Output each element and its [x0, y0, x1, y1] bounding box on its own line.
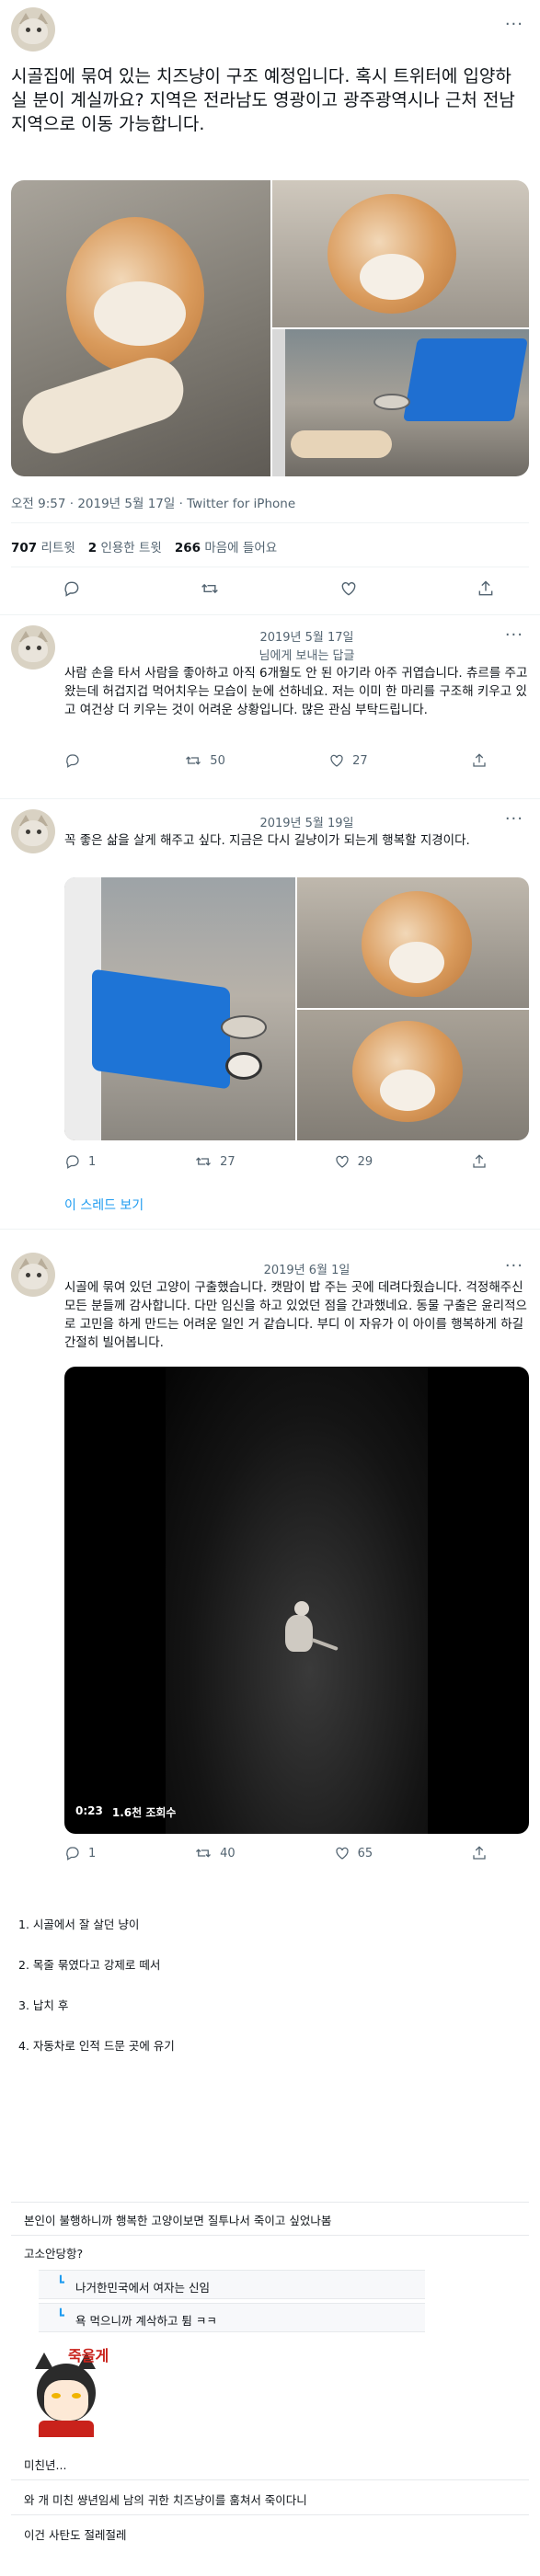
engagement-stats: 707 리트윗 2 인용한 트윗 266 마음에 들어요	[11, 537, 277, 555]
comment-3: 미친년...	[24, 2458, 67, 2472]
comment-section: 본인이 불행하니까 행복한 고양이보면 질투나서 죽이고 싶었나봄 고소안당항?…	[11, 2202, 529, 2570]
summary-item-3: 3. 납치 후	[18, 1998, 69, 2012]
reply2-text: 꼭 좋은 삶을 살게 해주고 싶다. 지금은 다시 길냥이가 되는게 행복할 지…	[64, 833, 470, 848]
reply-arrow-icon: ┗	[57, 2276, 64, 2290]
summary-item-2: 2. 목줄 묶였다고 강제로 떼서	[18, 1958, 161, 1972]
video-stats: 0:23 1.6천 조회수	[75, 1804, 176, 1820]
reply3-text: 시골에 묶여 있던 고양이 구출했습니다. 캣맘이 밥 주는 곳에 데려다줬습니…	[64, 1280, 527, 1350]
reply-comment-2: 욕 먹으니까 계삭하고 튐 ㅋㅋ	[75, 2314, 217, 2328]
tweet-meta: 오전 9:57 · 2019년 5월 17일 · Twitter for iPh…	[11, 497, 296, 511]
reply1-subtitle: 님에게 보내는 답글	[259, 649, 355, 663]
comment-1: 본인이 불행하니까 행복한 고양이보면 질투나서 죽이고 싶었나봄	[24, 2214, 332, 2227]
cat-photo-4[interactable]	[64, 877, 295, 1140]
reply1-date: 2019년 5월 17일	[259, 631, 354, 645]
reply-icon[interactable]	[63, 579, 81, 601]
reply2-actions: 1 27 29	[64, 1153, 488, 1170]
cat-photo-2[interactable]	[272, 180, 529, 327]
like-button[interactable]: 27	[328, 752, 368, 769]
cat-photo-5[interactable]	[297, 877, 529, 1008]
retweet-button[interactable]: 40	[194, 1845, 236, 1861]
like-icon[interactable]	[339, 579, 358, 601]
reply1-text: 사람 손을 타서 사람을 좋아하고 아직 6개월도 안 된 아기라 아주 귀엽습…	[64, 666, 528, 717]
retweet-button[interactable]: 27	[194, 1153, 236, 1170]
reply-arrow-icon: ┗	[57, 2309, 64, 2323]
video-views: 1.6천 조회수	[111, 1806, 177, 1819]
cat-photo-6[interactable]	[297, 1010, 529, 1140]
reply3-video[interactable]: 0:23 1.6천 조회수	[64, 1367, 529, 1834]
reply3-actions: 1 40 65	[64, 1845, 488, 1861]
reply-button[interactable]: 1	[64, 1153, 96, 1170]
share-icon[interactable]	[477, 579, 495, 601]
reply-button[interactable]: 1	[64, 1845, 96, 1861]
video-frame	[166, 1367, 428, 1834]
like-button[interactable]: 29	[334, 1153, 373, 1170]
show-thread-link[interactable]: 이 스레드 보기	[64, 1196, 144, 1214]
main-tweet-media[interactable]	[11, 180, 529, 476]
likes-stat[interactable]: 266 마음에 들어요	[175, 537, 277, 555]
reply2-media[interactable]	[64, 877, 529, 1140]
reply1-actions: 50 27	[64, 752, 488, 769]
summary-item-1: 1. 시골에서 잘 살던 냥이	[18, 1918, 140, 1931]
sticker-image: 죽을게	[20, 2340, 112, 2439]
cat-photo-1[interactable]	[11, 180, 270, 476]
reply2-date: 2019년 5월 19일	[259, 817, 354, 830]
share-icon[interactable]	[471, 1845, 488, 1861]
main-tweet-text: 시골집에 묶여 있는 치즈냥이 구조 예정입니다. 혹시 트위터에 입양하실 분…	[11, 66, 515, 134]
more-options-icon[interactable]: ···	[505, 15, 523, 34]
comment-5: 이건 사탄도 절레절레	[24, 2528, 127, 2542]
reply-thread-2: ┗ 욕 먹으니까 계삭하고 튐 ㅋㅋ	[39, 2303, 425, 2332]
summary-item-4: 4. 자동차로 인적 드문 곳에 유기	[18, 2039, 175, 2053]
sticker-text: 죽을게	[68, 2347, 109, 2364]
reply3-date: 2019년 6월 1일	[263, 1264, 350, 1277]
share-icon[interactable]	[471, 752, 488, 769]
cat-photo-3[interactable]	[272, 329, 529, 476]
retweet-icon[interactable]	[200, 579, 220, 601]
reply-thread-1: ┗ 나거한민국에서 여자는 신임	[39, 2270, 425, 2299]
share-icon[interactable]	[471, 1153, 488, 1170]
retweets-stat[interactable]: 707 리트윗	[11, 537, 75, 555]
video-duration: 0:23	[75, 1804, 103, 1817]
retweet-button[interactable]: 50	[184, 752, 225, 769]
comment-2: 고소안당항?	[24, 2247, 84, 2261]
comment-4: 와 개 미친 썅년임세 남의 귀한 치즈냥이를 훔쳐서 죽이다니	[24, 2493, 307, 2507]
like-button[interactable]: 65	[334, 1845, 373, 1861]
quotes-stat[interactable]: 2 인용한 트윗	[88, 537, 162, 555]
reply-icon[interactable]	[64, 752, 81, 769]
main-tweet-actions	[63, 579, 495, 601]
author-avatar[interactable]	[11, 7, 55, 52]
reply-comment-1: 나거한민국에서 여자는 신임	[75, 2281, 210, 2295]
